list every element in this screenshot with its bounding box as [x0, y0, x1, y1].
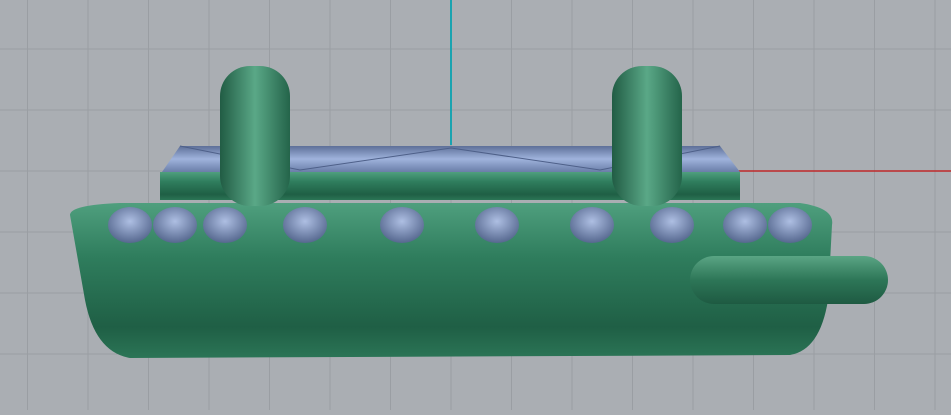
- right-prong: [612, 66, 682, 206]
- accent-stone: [475, 207, 519, 243]
- accent-stone: [153, 207, 197, 243]
- 3d-viewport[interactable]: [0, 0, 951, 410]
- accent-stone: [570, 207, 614, 243]
- viewport-canvas[interactable]: [0, 0, 951, 410]
- bail-loop: [690, 256, 888, 304]
- accent-stone: [723, 207, 767, 243]
- accent-stone: [283, 207, 327, 243]
- accent-stone: [203, 207, 247, 243]
- accent-stone: [768, 207, 812, 243]
- left-prong: [220, 66, 290, 206]
- accent-stone: [650, 207, 694, 243]
- accent-stone: [380, 207, 424, 243]
- accent-stone: [108, 207, 152, 243]
